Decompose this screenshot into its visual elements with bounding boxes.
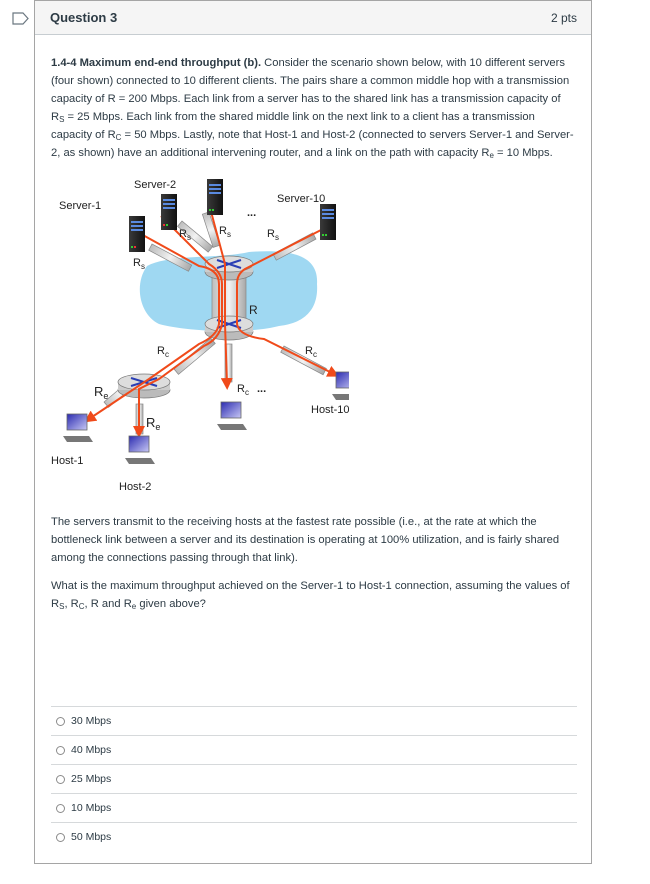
label-re-1: Re — [94, 384, 108, 401]
label-rs-1: Rs — [133, 257, 145, 271]
label-ellipsis-hosts: ... — [257, 383, 266, 395]
radio-button[interactable] — [56, 774, 65, 784]
radio-button[interactable] — [56, 803, 65, 813]
radio-button[interactable] — [56, 745, 65, 755]
host-3-icon — [217, 401, 247, 430]
answer-option[interactable]: 25 Mbps — [51, 764, 577, 793]
answer-option[interactable]: 30 Mbps — [51, 706, 577, 735]
label-r: R — [249, 303, 258, 317]
question-points: 2 pts — [550, 10, 577, 25]
label-host-10: Host-10 — [311, 404, 349, 416]
bookmark-flag-icon[interactable] — [12, 12, 30, 25]
label-host-2: Host-2 — [119, 481, 151, 493]
answer-option[interactable]: 50 Mbps — [51, 822, 577, 851]
question-body: 1.4-4 Maximum end-end throughput (b). Co… — [35, 35, 591, 613]
answer-option[interactable]: 10 Mbps — [51, 793, 577, 822]
label-rs-3: Rs — [219, 225, 231, 239]
question-heading: 1.4-4 Maximum end-end throughput (b). — [51, 57, 262, 69]
label-rc-2: Rc — [237, 383, 249, 397]
radio-button[interactable] — [56, 716, 65, 726]
label-server-1: Server-1 — [59, 200, 101, 212]
server-10-icon — [320, 204, 336, 240]
server-1-icon — [129, 216, 145, 252]
label-re-2: Re — [146, 415, 160, 432]
label-server-10: Server-10 — [277, 193, 325, 205]
answer-label: 30 Mbps — [71, 715, 112, 727]
host-10-icon — [332, 371, 349, 400]
label-rs-10: Rs — [267, 228, 279, 242]
label-host-1: Host-1 — [51, 455, 83, 467]
answer-list: 30 Mbps 40 Mbps 25 Mbps 10 Mbps 50 Mbps — [51, 706, 577, 851]
host-2-icon — [125, 435, 155, 464]
question-title: Question 3 — [50, 10, 118, 25]
server-3-icon — [207, 179, 223, 215]
server-2-icon — [161, 194, 177, 230]
question-paragraph-3: What is the maximum throughput achieved … — [51, 580, 570, 611]
label-rc-1: Rc — [157, 345, 169, 359]
label-server-2: Server-2 — [134, 179, 176, 191]
label-rc-10: Rc — [305, 345, 317, 359]
answer-label: 25 Mbps — [71, 773, 112, 785]
network-diagram: Server-1 Server-2 Server-10 ... Rs Rs Rs… — [51, 179, 349, 493]
question-paragraph-2: The servers transmit to the receiving ho… — [51, 516, 560, 564]
answer-label: 40 Mbps — [71, 744, 112, 756]
question-card: Question 3 2 pts 1.4-4 Maximum end-end t… — [34, 0, 592, 864]
answer-label: 10 Mbps — [71, 802, 112, 814]
answer-label: 50 Mbps — [71, 831, 112, 843]
question-header: Question 3 2 pts — [35, 0, 591, 35]
answer-option[interactable]: 40 Mbps — [51, 735, 577, 764]
question-intro: 1.4-4 Maximum end-end throughput (b). Co… — [51, 57, 574, 160]
radio-button[interactable] — [56, 832, 65, 842]
label-ellipsis-servers: ... — [247, 207, 256, 219]
